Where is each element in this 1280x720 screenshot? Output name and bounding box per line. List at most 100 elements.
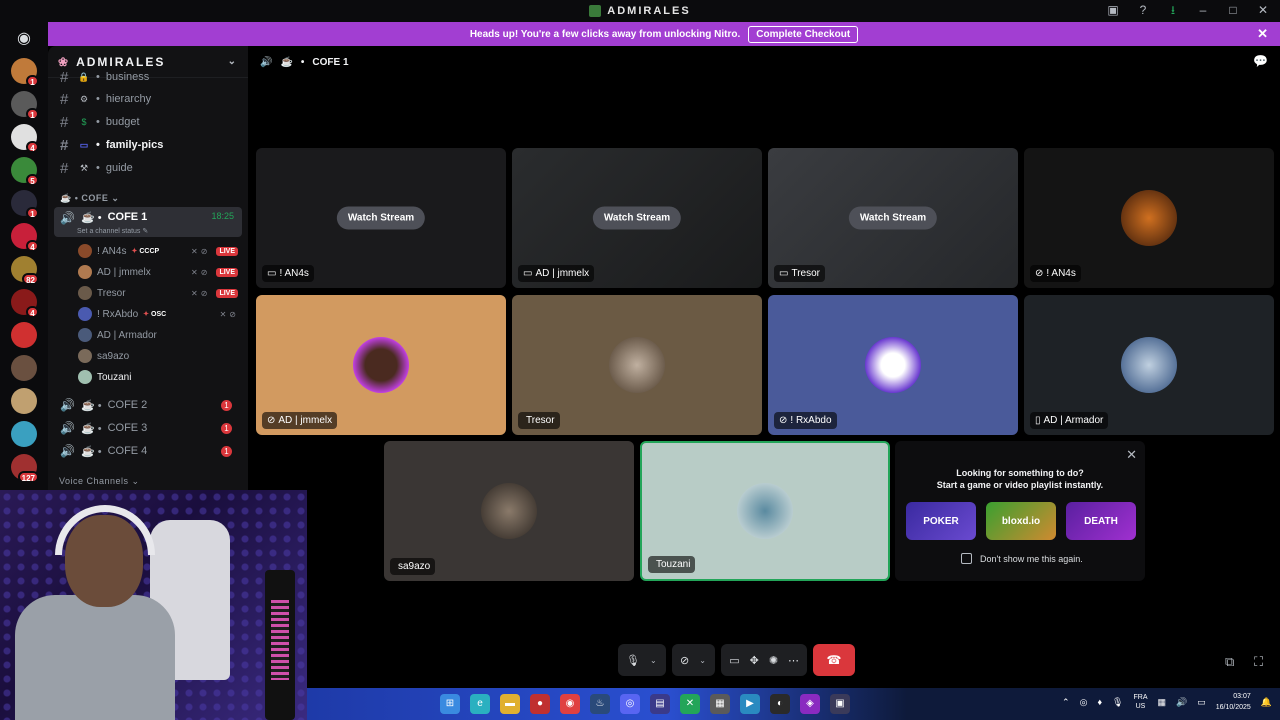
app4-icon[interactable]: ◈ [800, 694, 820, 714]
server-icon[interactable]: 82 [11, 256, 39, 285]
watch-stream-button[interactable]: Watch Stream [336, 206, 426, 230]
server-icon[interactable]: 1 [11, 58, 39, 87]
more-options-icon[interactable]: ⋯ [788, 654, 799, 667]
participant-tile[interactable]: Tresor [512, 295, 762, 435]
stream-tile[interactable]: Watch Stream ▭ Tresor [768, 148, 1018, 288]
network-icon[interactable]: ▦ [1157, 697, 1166, 708]
fullscreen-icon[interactable]: ⛶ [1254, 654, 1263, 670]
server-icon[interactable] [11, 388, 37, 414]
text-channel[interactable]: # 🔒 • business [54, 66, 242, 88]
volume-icon[interactable]: 🔊 [1176, 697, 1187, 708]
text-channel[interactable]: # ⚒ • guide [54, 157, 242, 179]
soundboard-icon[interactable]: ✺ [769, 654, 778, 667]
participant-tile[interactable]: ⊘ AD | jmmelx [256, 295, 506, 435]
calculator-icon[interactable]: ▦ [710, 694, 730, 714]
app-icon[interactable]: ● [530, 694, 550, 714]
voice-user[interactable]: ! RxAbdo ✦ OSC ✕ ⊘ [78, 304, 244, 324]
obs-icon[interactable]: ◐ [770, 694, 790, 714]
tray-app-icon[interactable]: ◎ [1080, 697, 1088, 708]
xbox-icon[interactable]: ✕ [680, 694, 700, 714]
voice-user[interactable]: sa9azo [78, 346, 244, 366]
chat-icon[interactable]: 💬 [1253, 54, 1268, 68]
voice-user[interactable]: Tresor ✕ ⊘ LIVE [78, 283, 244, 303]
voice-channel[interactable]: 🔊 ☕ • COFE 3 1 [54, 417, 242, 439]
text-channel[interactable]: # ⚙ • hierarchy [54, 88, 242, 110]
server-icon[interactable] [11, 421, 37, 447]
popout-icon[interactable]: ⧉ [1225, 654, 1234, 670]
camera-off-icon[interactable]: ⊘ [680, 654, 689, 667]
voice-user[interactable]: ! AN4s ✦ CCCP ✕ ⊘ LIVE [78, 241, 244, 261]
download-icon[interactable]: ⭳ [1166, 3, 1180, 17]
voice-channel[interactable]: 🔊 ☕ • COFE 4 1 [54, 440, 242, 462]
participant-tile[interactable]: ⊘! RxAbdo [768, 295, 1018, 435]
clock[interactable]: 03:07 16/10/2025 [1216, 691, 1251, 713]
app2-icon[interactable]: ▤ [650, 694, 670, 714]
voice-channel[interactable]: 🔊 ☕ • COFE 2 1 [54, 394, 242, 416]
camera-options-chevron-icon[interactable]: ⌄ [699, 656, 707, 665]
category-voice-channels[interactable]: Voice Channels ⌄ [59, 476, 140, 487]
steam-icon[interactable]: ♨ [590, 694, 610, 714]
minimize-icon[interactable]: – [1196, 3, 1210, 17]
snip-icon[interactable]: ▣ [830, 694, 850, 714]
chrome-icon[interactable]: ◉ [560, 694, 580, 714]
stream-tile[interactable]: Watch Stream ▭ AD | jmmelx [512, 148, 762, 288]
text-channel[interactable]: # $ • budget [54, 111, 242, 133]
server-icon[interactable] [11, 322, 37, 348]
discord-icon[interactable]: ◎ [620, 694, 640, 714]
app3-icon[interactable]: ▶ [740, 694, 760, 714]
stream-tile[interactable]: Watch Stream ▭! AN4s [256, 148, 506, 288]
server-icon[interactable] [11, 355, 37, 381]
watch-stream-button[interactable]: Watch Stream [592, 206, 682, 230]
server-icon[interactable]: 4 [11, 223, 39, 252]
participant-tile[interactable]: ⊘! AN4s [1024, 148, 1274, 288]
windows-start-icon[interactable]: ⊞ [440, 694, 460, 714]
mic-control[interactable]: 🎙 ⌄ [618, 644, 666, 676]
game-poker[interactable]: POKER [906, 502, 976, 540]
participant-label: ⊘ AD | jmmelx [262, 412, 338, 429]
tray-mic-icon[interactable]: 🎙 [1112, 697, 1123, 708]
game-death[interactable]: DEATH [1066, 502, 1136, 540]
microphone-icon[interactable]: 🎙 [626, 654, 640, 667]
server-icon[interactable]: 1 [11, 190, 39, 219]
server-icon[interactable]: 127 [11, 454, 39, 483]
voice-user[interactable]: Touzani [78, 367, 244, 387]
file-explorer-icon[interactable]: ▬ [500, 694, 520, 714]
server-icon[interactable]: 4 [11, 124, 39, 153]
help-icon[interactable]: ? [1136, 3, 1150, 17]
server-icon[interactable]: 1 [11, 91, 39, 120]
close-window-icon[interactable]: ✕ [1256, 3, 1270, 17]
participant-tile[interactable]: sa9azo [384, 441, 634, 581]
tray-chevron-icon[interactable]: ⌃ [1062, 697, 1070, 708]
close-banner-icon[interactable]: ✕ [1257, 26, 1268, 42]
edge-icon[interactable]: e [470, 694, 490, 714]
game-bloxd[interactable]: bloxd.io [986, 502, 1056, 540]
language-indicator[interactable]: FRA US [1133, 693, 1147, 711]
watch-stream-button[interactable]: Watch Stream [848, 206, 938, 230]
notifications-icon[interactable]: 🔔 [1261, 697, 1272, 708]
participant-tile-speaking[interactable]: Touzani [640, 441, 890, 581]
voice-user[interactable]: AD | Armador [78, 325, 244, 345]
server-icon[interactable]: 5 [11, 157, 39, 186]
server-icon[interactable]: 4 [11, 289, 39, 318]
mic-options-chevron-icon[interactable]: ⌄ [650, 656, 658, 665]
activities-icon[interactable]: ✥ [750, 654, 759, 667]
participant-name: ! AN4s [279, 268, 309, 279]
close-promo-icon[interactable]: ✕ [1126, 447, 1137, 463]
battery-icon[interactable]: ▭ [1197, 697, 1206, 708]
dont-show-checkbox[interactable] [961, 553, 972, 564]
participant-tile[interactable]: ▯ AD | Armador [1024, 295, 1274, 435]
maximize-icon[interactable]: □ [1226, 3, 1240, 17]
disconnect-button[interactable]: ☎ [813, 644, 856, 676]
text-channel[interactable]: # ▭ • family-pics [54, 134, 242, 156]
voice-user[interactable]: AD | jmmelx ✕ ⊘ LIVE [78, 262, 244, 282]
inbox-icon[interactable]: ▣ [1106, 3, 1120, 17]
participant-avatar [481, 483, 537, 539]
dont-show-option[interactable]: Don't show me this again. [961, 553, 1083, 564]
complete-checkout-button[interactable]: Complete Checkout [748, 25, 859, 43]
camera-control[interactable]: ⊘ ⌄ [671, 644, 716, 676]
tray-app2-icon[interactable]: ♦ [1097, 697, 1102, 707]
share-screen-icon[interactable]: ▭ [729, 654, 739, 667]
category-cofe[interactable]: ☕ • COFE ⌄ [60, 193, 119, 204]
set-channel-status[interactable]: Set a channel status ✎ [77, 227, 148, 235]
discord-home-icon[interactable]: ◉ [13, 28, 35, 47]
